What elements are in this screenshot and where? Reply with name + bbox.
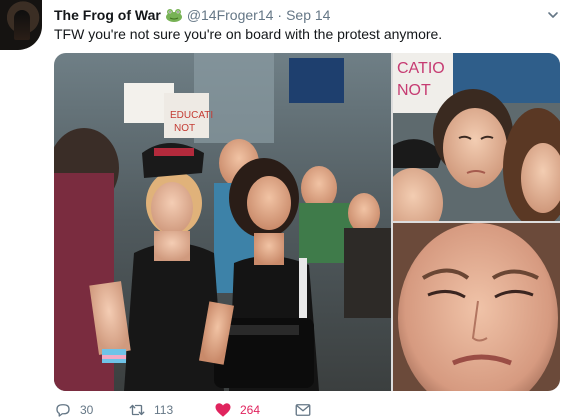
author-handle[interactable]: @14Froger14 [187, 7, 274, 23]
sign-text: EDUCATI [170, 110, 213, 121]
face-zoom-image [393, 223, 560, 391]
tweet-timestamp[interactable]: Sep 14 [286, 7, 330, 23]
tweet-actions: 30 113 264 [54, 400, 314, 420]
crowd-closeup-image: CATIO NOT [393, 53, 560, 221]
chevron-down-icon[interactable] [546, 8, 560, 22]
media-grid: EDUCATI NOT CATIO NOT [54, 53, 560, 391]
retweet-button[interactable]: 113 [128, 401, 214, 419]
photo-crowd-closeup[interactable]: CATIO NOT [393, 53, 560, 221]
tweet-text: TFW you're not sure you're on board with… [54, 26, 443, 42]
reply-icon [56, 404, 70, 417]
sign-text-2: NOT [174, 123, 195, 134]
heart-icon [215, 403, 231, 417]
sign-text-4: NOT [397, 82, 431, 99]
photo-face-zoom[interactable] [393, 223, 560, 391]
retweet-count: 113 [154, 403, 174, 417]
protest-photo-image: EDUCATI NOT [54, 53, 391, 391]
frog-emoji-icon [165, 9, 182, 22]
reply-count: 30 [80, 403, 94, 417]
avatar-figure [14, 10, 30, 40]
sign-text-3: CATIO [397, 60, 445, 77]
reply-button[interactable]: 30 [54, 401, 128, 419]
header-separator: · [277, 7, 283, 23]
avatar[interactable] [0, 0, 42, 50]
direct-message-icon [295, 404, 311, 416]
retweet-icon [129, 404, 145, 416]
tweet-header: The Frog of War @14Froger14 · Sep 14 [54, 5, 330, 25]
author-name[interactable]: The Frog of War [54, 7, 161, 23]
direct-message-button[interactable] [294, 401, 314, 419]
like-count: 264 [240, 403, 261, 417]
photo-protest-crowd[interactable]: EDUCATI NOT [54, 53, 391, 391]
like-button[interactable]: 264 [214, 401, 294, 419]
